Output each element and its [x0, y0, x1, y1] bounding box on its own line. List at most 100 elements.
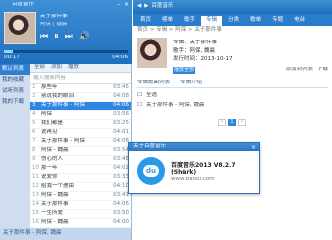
list-item-title: 伤心的人: [41, 156, 64, 163]
list-item-title: 我们都是: [41, 120, 64, 127]
list-item[interactable]: 3 关于那件事 - 阿保 04:06: [30, 102, 131, 111]
list-tab[interactable]: 添加: [51, 65, 62, 71]
search-input[interactable]: 输入搜索内容: [30, 75, 131, 84]
list-item[interactable]: 10 那一年 04:02: [30, 165, 131, 174]
list-tabs: 全部 添加 播放: [30, 64, 131, 73]
forward-icon[interactable]: ▶: [144, 4, 148, 10]
page-number[interactable]: 1: [228, 119, 236, 126]
download-button[interactable]: 下载: [317, 67, 328, 73]
list-tab[interactable]: 全部: [34, 65, 45, 71]
list-item-index: 4: [32, 111, 36, 118]
list-item[interactable]: 6 说再见 04:01: [30, 129, 131, 138]
list-item-index: 14: [32, 201, 39, 208]
browser-tabs: 首页 榜单 歌手 专辑 分类 歌单 专题 电台: [133, 14, 332, 26]
window-controls: – ×: [116, 2, 129, 8]
list-item-title: 那一年: [41, 165, 58, 172]
list-item[interactable]: 5 我们都是 03:25: [30, 120, 131, 129]
tab-4[interactable]: 分类: [223, 16, 244, 26]
status-bar: 关于那件事 - 阿保, 魏晨: [0, 228, 131, 240]
browser-title: 百度音乐: [151, 3, 174, 10]
previous-icon[interactable]: ⏮: [40, 32, 48, 42]
list-item[interactable]: 16 阿保 - 魏晨 04:00: [30, 219, 131, 228]
tab-7[interactable]: 电台: [289, 16, 310, 26]
select-all-label: 全选: [145, 92, 157, 99]
list-item[interactable]: 12 给我一个理由 04:10: [30, 183, 131, 192]
close-icon[interactable]: ×: [251, 144, 256, 151]
baidu-music-logo: du: [137, 157, 165, 185]
now-playing-title: 关于那件事: [40, 14, 68, 19]
pause-icon[interactable]: ⏸: [54, 32, 59, 42]
album-actions: 添加到列表 下载: [285, 67, 328, 73]
app-root: 百度音乐 – × 关于那件事 阿保 | 魏晨 ⏮ ⏸ ⏭ 🔊 00:17 04:…: [0, 0, 332, 240]
tab-3[interactable]: 专辑: [201, 16, 223, 26]
list-item-index: 13: [32, 192, 39, 199]
list-item-duration: 03:41: [113, 192, 129, 199]
list-item-duration: 03:45: [113, 84, 129, 91]
song-list: 全部 添加 播放 1 那些年 03:45 2 别说我的眼泪 04:08 3 关于那件事 - 阿保 0…: [30, 64, 131, 228]
list-item-title: 阿保: [41, 111, 53, 118]
list-item[interactable]: 2 别说我的眼泪 04:08: [30, 93, 131, 102]
list-item[interactable]: 4 阿保 03:56: [30, 111, 131, 120]
list-item-duration: 03:54: [113, 147, 129, 154]
sidebar-item[interactable]: 试听列表: [0, 86, 30, 97]
dialog-title: 关于百度音乐: [129, 143, 259, 151]
list-item[interactable]: 15 一生所爱 03:50: [30, 210, 131, 219]
page-next[interactable]: ›: [238, 119, 246, 126]
list-item-title: 阿保 - 魏晨: [41, 147, 69, 154]
sidebar-item[interactable]: 我的下载: [0, 97, 30, 108]
list-item-index: 15: [32, 210, 39, 217]
list-item[interactable]: 11 说爱你 03:33: [30, 174, 131, 183]
album-name: 专辑：关于那件事: [173, 40, 218, 45]
play-all-button[interactable]: 播放全部: [173, 67, 195, 74]
row-checkbox[interactable]: ☐: [137, 103, 142, 109]
list-item-title: 说再见: [41, 129, 58, 136]
list-item-index: 6: [32, 129, 36, 136]
song-table-header: ☐ 全选: [137, 92, 328, 100]
app-title: 百度音乐: [12, 2, 35, 7]
list-item-index: 10: [32, 165, 39, 172]
page-prev[interactable]: ‹: [218, 119, 226, 126]
next-icon[interactable]: ⏭: [65, 32, 73, 42]
list-item-index: 11: [32, 174, 39, 181]
list-tab[interactable]: 播放: [68, 65, 79, 71]
list-item-index: 7: [32, 138, 36, 145]
list-item-title: 阿保 - 魏晨: [41, 192, 69, 199]
list-item[interactable]: 13 阿保 - 魏晨 03:41: [30, 192, 131, 201]
tab-2[interactable]: 歌手: [179, 16, 200, 26]
volume-icon[interactable]: 🔊: [79, 32, 90, 42]
tab-album-intro[interactable]: 专辑介绍: [180, 80, 202, 87]
list-item[interactable]: 8 阿保 - 魏晨 03:54: [30, 147, 131, 156]
list-item-duration: 03:56: [113, 111, 129, 118]
list-item-index: 8: [32, 147, 36, 154]
tab-6[interactable]: 专题: [267, 16, 288, 26]
list-item[interactable]: 1 那些年 03:45: [30, 84, 131, 93]
list-item-title: 那些年: [41, 84, 58, 91]
select-all-checkbox[interactable]: ☐: [137, 93, 142, 99]
product-url[interactable]: www.baidu.com: [171, 177, 215, 183]
tab-1[interactable]: 榜单: [157, 16, 178, 26]
time-elapsed: 00:17: [4, 55, 20, 60]
time-display: 00:17 04:06: [4, 55, 128, 61]
list-item-title: 一生所爱: [41, 210, 64, 217]
add-to-list-button[interactable]: 添加到列表: [285, 67, 313, 73]
back-icon[interactable]: ◀: [137, 4, 141, 10]
list-item-duration: 04:06: [113, 201, 129, 208]
album-artist[interactable]: 歌手：阿保, 魏晨: [173, 48, 232, 55]
minimize-icon[interactable]: –: [116, 2, 121, 8]
sidebar-item[interactable]: 默认列表: [0, 64, 30, 75]
list-item-index: 9: [32, 156, 36, 163]
list-item[interactable]: 9 伤心的人 03:45: [30, 156, 131, 165]
progress-bar[interactable]: [4, 50, 128, 53]
tab-5[interactable]: 歌单: [245, 16, 266, 26]
list-item[interactable]: 14 关于那件事 04:06: [30, 201, 131, 210]
album-info: 专辑：关于那件事 歌手：阿保, 魏晨 发行时间：2013-10-17: [173, 40, 232, 66]
list-item-duration: 03:25: [113, 120, 129, 127]
tab-0[interactable]: 首页: [135, 16, 156, 26]
list-item-title: 阿保 - 魏晨: [41, 219, 69, 226]
song-table-row[interactable]: ☐ 关于那件事 - 阿保, 魏晨: [137, 102, 328, 110]
close-icon[interactable]: ×: [124, 2, 129, 8]
sidebar-item[interactable]: 我的收藏: [0, 75, 30, 86]
list-item-title: 关于那件事 - 阿保: [41, 102, 85, 109]
tab-song-list[interactable]: 专辑歌曲列表: [137, 80, 170, 87]
list-item[interactable]: 7 关于那件事 - 阿保 04:06: [30, 138, 131, 147]
